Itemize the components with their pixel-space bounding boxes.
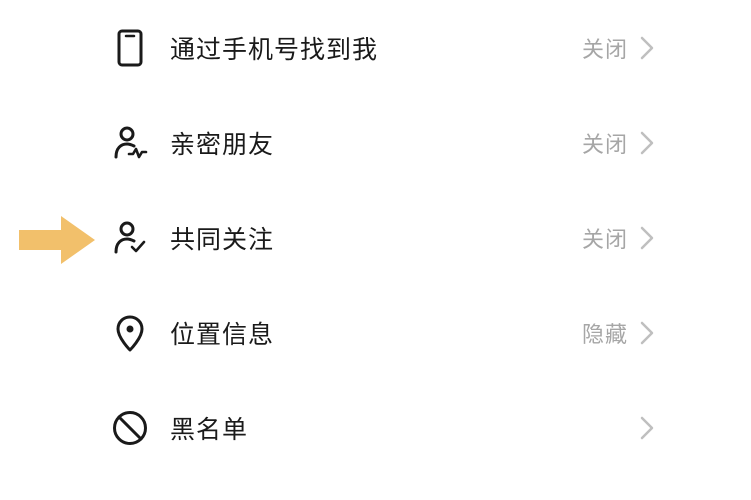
settings-row-blacklist[interactable]: 黑名单: [100, 396, 670, 460]
chevron-right-icon: [640, 36, 654, 60]
settings-row-value: 隐藏: [581, 323, 628, 348]
settings-row-label: 通过手机号找到我: [170, 35, 379, 64]
blocked-icon: [110, 408, 150, 448]
chevron-right-icon: [640, 416, 654, 440]
phone-icon: [110, 28, 150, 68]
mutual-follow-icon: [110, 218, 150, 258]
settings-row-close-friends[interactable]: 亲密朋友 关闭: [100, 111, 670, 175]
settings-row-location[interactable]: 位置信息 隐藏: [100, 301, 670, 365]
settings-row-label: 亲密朋友: [170, 130, 275, 159]
settings-row-mutual-follow[interactable]: 共同关注 关闭: [100, 206, 670, 270]
close-friend-icon: [110, 123, 150, 163]
chevron-right-icon: [640, 321, 654, 345]
settings-row-label: 共同关注: [170, 225, 275, 254]
settings-row-value: 关闭: [581, 133, 628, 158]
settings-row-value: 关闭: [581, 38, 628, 63]
settings-row-value: 关闭: [581, 228, 628, 253]
privacy-settings-page: 通过手机号找到我 关闭 亲密朋友 关闭 共同关注 关闭 位置信息 隐藏 黑名单: [0, 0, 751, 500]
settings-row-label: 位置信息: [170, 320, 275, 349]
settings-row-label: 黑名单: [170, 415, 249, 444]
chevron-right-icon: [640, 226, 654, 250]
pointer-arrow-icon: [19, 216, 95, 264]
settings-row-find-by-phone[interactable]: 通过手机号找到我 关闭: [100, 16, 670, 80]
chevron-right-icon: [640, 131, 654, 155]
location-pin-icon: [110, 313, 150, 353]
